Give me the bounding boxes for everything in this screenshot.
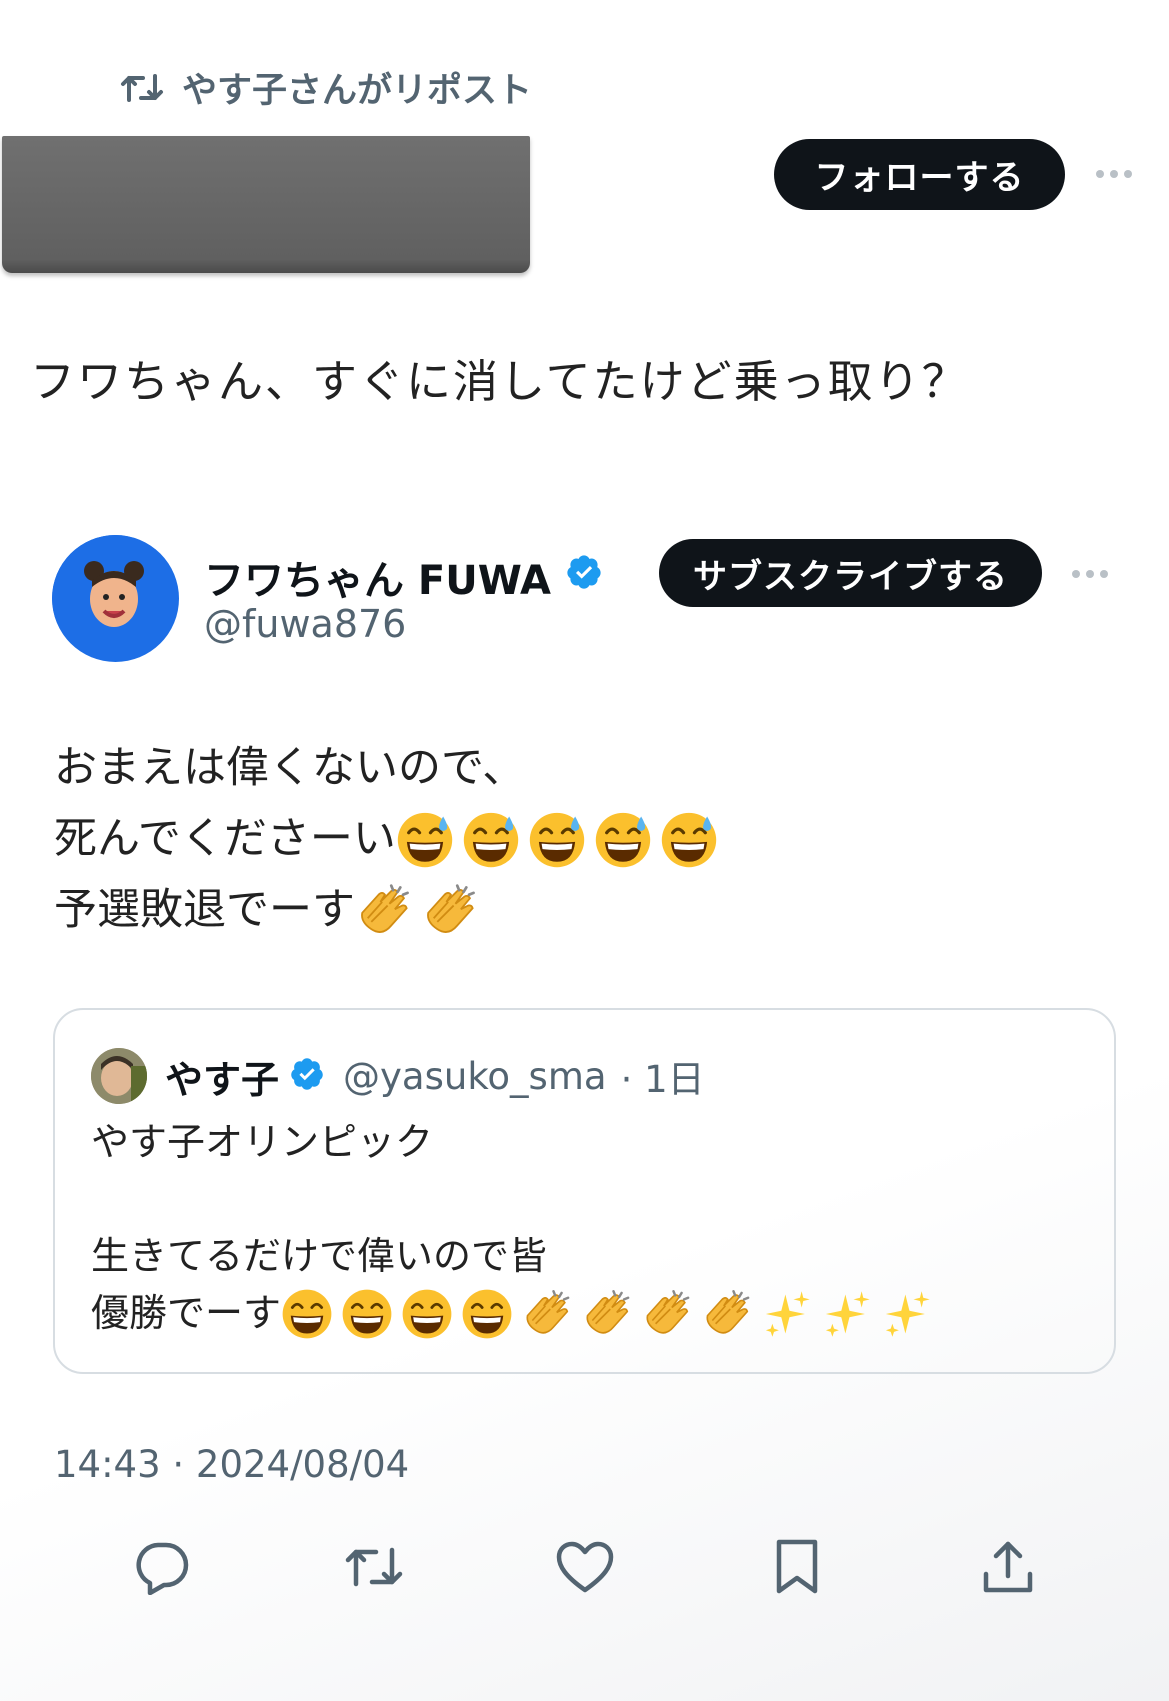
sparkles-emoji-icon	[761, 1288, 813, 1340]
repost-action-icon[interactable]	[342, 1535, 406, 1599]
quoted-body-line	[91, 1171, 941, 1228]
quoted-body-line: やす子オリンピック	[91, 1114, 941, 1171]
quoted-body-text: 生きてるだけで偉いので皆	[91, 1234, 548, 1278]
clap-emoji-icon	[701, 1288, 753, 1340]
quoted-body-text: やす子オリンピック	[91, 1120, 434, 1164]
sweat-smile-emoji-icon	[396, 811, 454, 869]
tweet-body: おまえは偉くないので、 死んでくださーい 予選敗退でーす	[54, 733, 726, 946]
tweet-body-text: おまえは偉くないので、	[54, 743, 526, 793]
reply-icon[interactable]	[130, 1535, 194, 1599]
repost-indicator[interactable]: やす子さんがリポスト	[120, 62, 532, 113]
quoted-body-line: 生きてるだけで偉いので皆	[91, 1228, 941, 1285]
sweat-smile-emoji-icon	[528, 811, 586, 869]
clap-emoji-icon	[355, 882, 413, 940]
verified-icon	[565, 553, 603, 601]
handle[interactable]: @fuwa876	[204, 602, 406, 646]
tweet-screen: やす子さんがリポスト フォローする フワちゃん、すぐに消してたけど乗っ取り？ フ…	[0, 0, 1169, 1701]
repost-icon	[120, 70, 164, 106]
grin-emoji-icon	[401, 1288, 453, 1340]
tweet-body-line: 死んでくださーい	[54, 804, 726, 875]
clap-emoji-icon	[521, 1288, 573, 1340]
subscribe-button[interactable]: サブスクライブする	[659, 539, 1042, 607]
avatar[interactable]	[52, 535, 179, 662]
display-name-row: フワちゃん FUWA	[204, 548, 603, 606]
redacted-author	[2, 136, 530, 273]
quoted-header: やす子 @yasuko_sma · 1日	[91, 1048, 705, 1104]
repost-label: やす子さんがリポスト	[182, 71, 533, 111]
quoted-time: · 1日	[620, 1058, 705, 1101]
share-icon[interactable]	[976, 1535, 1040, 1599]
tweet-body-line: おまえは偉くないので、	[54, 733, 726, 804]
clap-emoji-icon	[641, 1288, 693, 1340]
more-icon[interactable]	[1072, 570, 1108, 578]
verified-icon	[289, 1056, 325, 1096]
tweet-body-text: 予選敗退でーす	[54, 885, 355, 935]
follow-button[interactable]: フォローする	[774, 139, 1065, 210]
sparkles-emoji-icon	[821, 1288, 873, 1340]
grin-emoji-icon	[461, 1288, 513, 1340]
quoted-avatar	[91, 1048, 147, 1104]
action-bar	[0, 1535, 1169, 1599]
quoted-body: やす子オリンピック生きてるだけで偉いので皆 優勝でーす	[91, 1114, 941, 1342]
sweat-smile-emoji-icon	[660, 811, 718, 869]
bookmark-icon[interactable]	[765, 1535, 829, 1599]
tweet-body-text: 死んでくださーい	[54, 814, 396, 864]
grin-emoji-icon	[341, 1288, 393, 1340]
quoted-tweet-card[interactable]: やす子 @yasuko_sma · 1日 やす子オリンピック生きてるだけで偉いの…	[53, 1008, 1116, 1374]
like-icon[interactable]	[553, 1535, 617, 1599]
quoted-handle: @yasuko_sma	[343, 1054, 607, 1098]
sweat-smile-emoji-icon	[594, 811, 652, 869]
tweet-body-line: 予選敗退でーす	[54, 875, 726, 946]
quoted-body-line: 優勝でーす	[91, 1285, 941, 1342]
more-icon[interactable]	[1096, 170, 1132, 178]
sweat-smile-emoji-icon	[462, 811, 520, 869]
timestamp[interactable]: 14:43 · 2024/08/04	[54, 1443, 409, 1486]
grin-emoji-icon	[281, 1288, 333, 1340]
clap-emoji-icon	[421, 882, 479, 940]
post-text: フワちゃん、すぐに消してたけど乗っ取り？	[30, 355, 969, 408]
quoted-display-name: やす子	[165, 1057, 280, 1102]
quoted-body-text: 優勝でーす	[91, 1291, 282, 1335]
sparkles-emoji-icon	[881, 1288, 933, 1340]
display-name[interactable]: フワちゃん FUWA	[204, 548, 551, 606]
clap-emoji-icon	[581, 1288, 633, 1340]
